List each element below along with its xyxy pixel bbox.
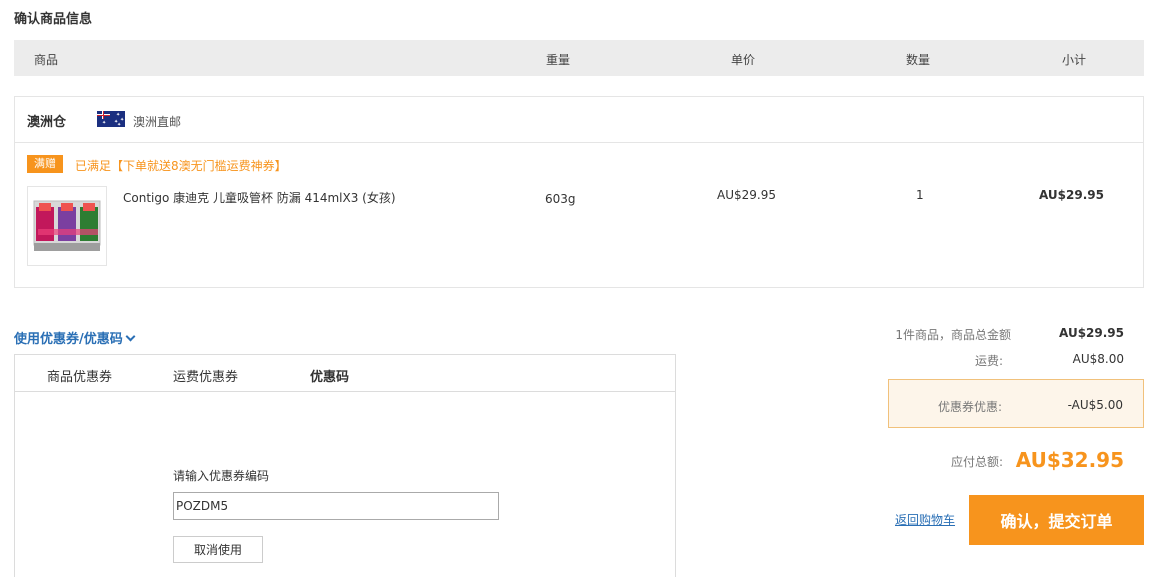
tab-promo-code[interactable]: 优惠码 [310, 366, 349, 385]
coupon-code-label: 请输入优惠券编码 [173, 469, 270, 483]
product-subtotal: AU$29.95 [1039, 188, 1104, 202]
items-total-value: AU$29.95 [1059, 326, 1124, 340]
product-image[interactable] [27, 186, 107, 266]
coupon-code-input[interactable] [173, 492, 499, 520]
product-thumbnail-icon [33, 200, 101, 251]
ship-type-label: 澳洲直邮 [133, 115, 182, 129]
tab-shipping-coupon[interactable]: 运费优惠券 [173, 366, 238, 385]
table-header: 商品 重量 单价 数量 小计 [14, 40, 1144, 76]
discount-value: -AU$5.00 [1067, 398, 1123, 412]
shipping-label: 运费: [974, 354, 1003, 368]
product-quantity: 1 [916, 188, 924, 202]
product-unit-price: AU$29.95 [717, 188, 776, 202]
items-total-label: 1件商品，商品总金额 [895, 328, 1011, 342]
coupon-panel: 商品优惠券 运费优惠券 优惠码 请输入优惠券编码 取消使用 [14, 354, 676, 577]
chevron-down-icon [125, 331, 136, 342]
col-weight: 重量 [546, 53, 571, 67]
coupon-toggle[interactable]: 使用优惠券/优惠码 [14, 328, 136, 347]
discount-label: 优惠券优惠: [937, 400, 1002, 414]
page-title: 确认商品信息 [14, 12, 93, 27]
col-unit-price: 单价 [731, 53, 756, 67]
submit-order-button[interactable]: 确认，提交订单 [969, 495, 1144, 545]
cancel-coupon-button[interactable]: 取消使用 [173, 536, 263, 563]
product-name[interactable]: Contigo 康迪克 儿童吸管杯 防漏 414mlX3 (女孩) [123, 189, 396, 206]
discount-box: 优惠券优惠: -AU$5.00 [888, 379, 1144, 428]
promo-tag-badge: 满赠 [27, 155, 63, 173]
store-header: 澳洲仓 ✦ ✦ ✦ ✦ ✦ 澳洲直邮 [15, 97, 1143, 143]
total-label: 应付总额: [950, 455, 1003, 469]
total-amount: AU$32.95 [1015, 448, 1124, 472]
shipping-value: AU$8.00 [1072, 352, 1124, 366]
promo-text: 已满足【下单就送8澳无门槛运费神券】 [75, 159, 287, 173]
col-subtotal: 小计 [1062, 53, 1087, 67]
store-name: 澳洲仓 [27, 115, 67, 130]
col-product: 商品 [34, 53, 59, 67]
coupon-toggle-label: 使用优惠券/优惠码 [14, 332, 123, 347]
product-weight: 603g [545, 192, 576, 206]
col-quantity: 数量 [906, 53, 931, 67]
back-to-cart-link[interactable]: 返回购物车 [895, 511, 955, 528]
tab-product-coupon[interactable]: 商品优惠券 [47, 366, 112, 385]
store-order-box: 澳洲仓 ✦ ✦ ✦ ✦ ✦ 澳洲直邮 满赠 已满足【下单就送8澳无门槛运费神券】… [14, 96, 1144, 288]
australia-flag-icon: ✦ ✦ ✦ ✦ ✦ [97, 111, 125, 127]
coupon-tabs: 商品优惠券 运费优惠券 优惠码 [15, 355, 675, 392]
